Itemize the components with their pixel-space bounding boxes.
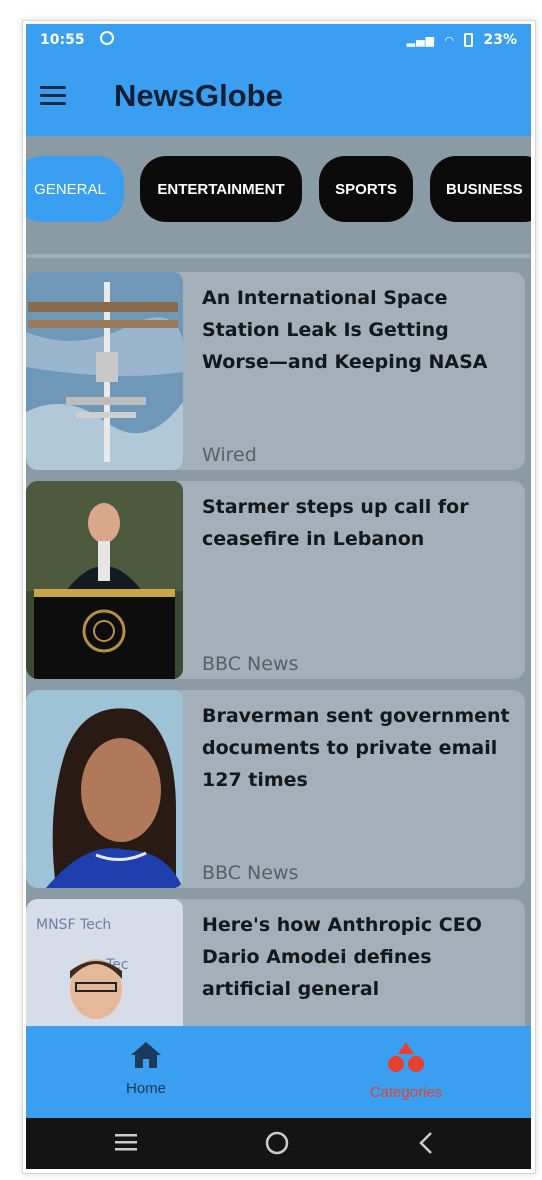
tab-label: GENERAL [34, 180, 106, 198]
status-icons: ▂▄▆ ◠ 23% [407, 32, 517, 48]
menu-icon[interactable] [40, 86, 66, 106]
nav-home[interactable]: Home [86, 1040, 206, 1097]
app-bar: NewsGlobe [26, 58, 531, 136]
nav-categories[interactable]: Categories [346, 1040, 466, 1101]
space-station-image [26, 272, 183, 470]
tab-label: SPORTS [335, 180, 397, 198]
battery-percent: 23% [483, 32, 517, 48]
nav-categories-label: Categories [369, 1084, 443, 1101]
tab-entertainment[interactable]: ENTERTAINMENT [140, 156, 302, 222]
tab-business[interactable]: BUSINESS [430, 156, 531, 222]
nav-home-label: Home [125, 1080, 166, 1097]
article-title: An International Space Station Leak Is G… [202, 287, 488, 373]
whatsapp-icon [100, 31, 114, 45]
tab-label: BUSINESS [446, 180, 523, 198]
system-navigation-bar [26, 1118, 531, 1169]
recent-apps-icon[interactable] [114, 1130, 138, 1154]
article-source: Wired [202, 444, 257, 466]
woman-portrait-image [26, 690, 183, 888]
category-tabs: GENERAL ENTERTAINMENT SPORTS BUSINESS [26, 136, 531, 258]
app-title: NewsGlobe [114, 78, 283, 113]
home-icon [131, 1042, 161, 1068]
article-card[interactable]: Starmer steps up call for ceasefire in L… [26, 481, 525, 679]
signal-icon: ▂▄▆ [406, 33, 436, 47]
article-title: Starmer steps up call for ceasefire in L… [202, 496, 469, 550]
bottom-navigation: Home Categories [26, 1026, 531, 1118]
back-icon[interactable] [416, 1130, 436, 1156]
battery-icon [464, 33, 474, 47]
tab-general[interactable]: GENERAL [26, 156, 124, 222]
article-title: Braverman sent government documents to p… [202, 705, 510, 791]
article-source: BBC News [202, 862, 299, 884]
article-card[interactable]: Braverman sent government documents to p… [26, 690, 525, 888]
wifi-icon: ◠ [445, 33, 455, 47]
tab-sports[interactable]: SPORTS [319, 156, 413, 222]
speaker-at-podium-image [26, 481, 183, 679]
svg-text:MNSF Tech: MNSF Tech [36, 917, 111, 933]
categories-icon [388, 1042, 424, 1072]
phone-screen: 10:55 ▂▄▆ ◠ 23% NewsGlobe GENERAL ENTERT… [26, 24, 531, 1169]
home-circle-icon[interactable] [264, 1130, 290, 1156]
tab-label: ENTERTAINMENT [157, 180, 285, 198]
article-card[interactable]: An International Space Station Leak Is G… [26, 272, 525, 470]
article-source: BBC News [202, 653, 299, 675]
status-bar: 10:55 ▂▄▆ ◠ 23% [26, 24, 531, 58]
status-time: 10:55 [40, 32, 85, 48]
article-title: Here's how Anthropic CEO Dario Amodei de… [202, 914, 482, 1000]
